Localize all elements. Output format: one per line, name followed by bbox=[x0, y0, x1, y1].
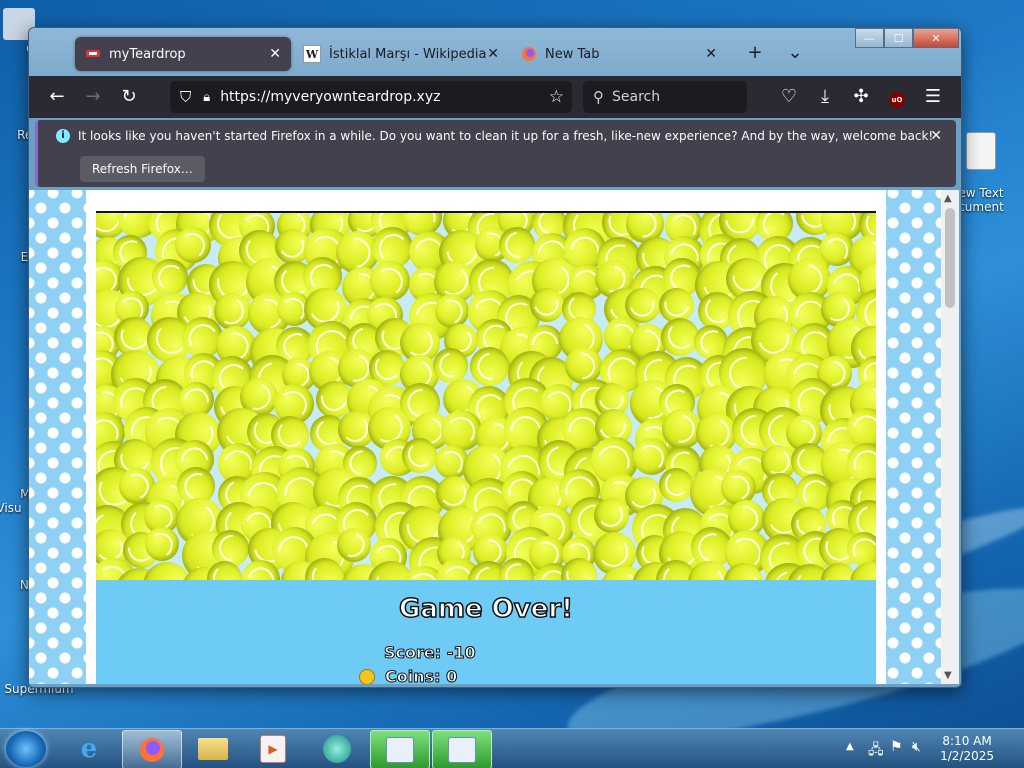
reload-button[interactable]: ↻ bbox=[117, 86, 141, 107]
clock-date: 1/2/2025 bbox=[940, 749, 994, 763]
show-hidden-icons-icon[interactable]: ▲ bbox=[846, 741, 854, 752]
tab-strip: myTeardrop ✕ W İstiklal Marşı - Wikipedi… bbox=[29, 28, 961, 76]
tab-list-button[interactable]: ⌄ bbox=[783, 42, 807, 63]
close-tab-icon[interactable]: ✕ bbox=[705, 46, 717, 62]
maximize-button[interactable]: ☐ bbox=[884, 28, 913, 48]
ublock-origin-icon[interactable]: uO bbox=[885, 86, 909, 108]
network-icon[interactable]: 🖧︎ bbox=[868, 739, 884, 763]
refresh-firefox-notification: i It looks like you haven't started Fire… bbox=[35, 120, 956, 187]
extensions-icon[interactable]: ✣ bbox=[849, 86, 873, 107]
tab-myteardrop[interactable]: myTeardrop ✕ bbox=[75, 37, 291, 71]
taskbar-media-player[interactable]: ▶ bbox=[244, 730, 302, 767]
ie-icon: e bbox=[80, 733, 98, 764]
clock-time: 8:10 AM bbox=[942, 734, 992, 748]
action-center-flag-icon[interactable]: ⚑ bbox=[890, 739, 903, 755]
back-button[interactable]: ← bbox=[45, 86, 69, 107]
info-icon: i bbox=[56, 129, 70, 143]
lock-icon[interactable]: 🔒︎ bbox=[203, 90, 210, 105]
search-bar[interactable]: ⚲ Search bbox=[583, 81, 747, 113]
url-bar[interactable]: ⛉ 🔒︎ https://myveryownteardrop.xyz ☆ bbox=[170, 81, 572, 113]
forward-button[interactable]: → bbox=[81, 86, 105, 107]
close-window-button[interactable]: ✕ bbox=[913, 28, 959, 48]
firefox-icon bbox=[140, 737, 164, 762]
search-icon: ⚲ bbox=[593, 88, 604, 106]
menu-icon[interactable]: ☰ bbox=[921, 86, 945, 107]
desktop-icon-label: ew Text cument bbox=[958, 186, 1004, 214]
desktop: Co Rec Ev F Mi Visu No Supermium ew Text… bbox=[0, 0, 1024, 768]
scroll-down-icon[interactable]: ▼ bbox=[944, 670, 952, 681]
score-text: Score: -10 bbox=[384, 643, 477, 663]
page-scrollbar[interactable]: ▲ ▼ bbox=[941, 190, 959, 684]
minimize-button[interactable]: — bbox=[855, 28, 884, 48]
new-tab-button[interactable]: + bbox=[743, 42, 767, 63]
game-area[interactable] bbox=[96, 213, 876, 580]
close-notification-icon[interactable]: ✕ bbox=[930, 128, 942, 144]
tab-label: İstiklal Marşı - Wikipedia bbox=[329, 46, 487, 62]
tab-wikipedia[interactable]: W İstiklal Marşı - Wikipedia ✕ bbox=[293, 37, 509, 71]
volume-muted-icon[interactable]: 🔇︎ bbox=[912, 739, 921, 755]
tab-label: myTeardrop bbox=[109, 46, 186, 62]
text-document-icon bbox=[966, 132, 996, 170]
navigation-toolbar: ← → ↻ ⛉ 🔒︎ https://myveryownteardrop.xyz… bbox=[29, 76, 961, 118]
game-over-title: Game Over! bbox=[398, 593, 574, 625]
close-tab-icon[interactable]: ✕ bbox=[487, 46, 499, 62]
scrollbar-thumb[interactable] bbox=[945, 208, 955, 308]
game-over-panel: Game Over! Score: -10 Coins: 0 bbox=[96, 580, 876, 684]
taskbar-app-5[interactable] bbox=[308, 730, 366, 767]
media-player-icon: ▶ bbox=[260, 734, 286, 763]
url-text: https://myveryownteardrop.xyz bbox=[220, 89, 441, 105]
window-controls: — ☐ ✕ bbox=[855, 28, 959, 48]
system-tray: ▲ 🖧︎ ⚑ 🔇︎ 8:10 AM 1/2/2025 bbox=[834, 729, 1024, 768]
coins-text: Coins: 0 bbox=[384, 667, 458, 685]
bookmark-star-icon[interactable]: ☆ bbox=[549, 87, 564, 107]
wikipedia-favicon: W bbox=[303, 45, 321, 63]
taskbar-file-explorer[interactable] bbox=[184, 730, 242, 767]
taskbar-firefox[interactable] bbox=[122, 730, 182, 768]
close-tab-icon[interactable]: ✕ bbox=[269, 46, 281, 62]
tennis-ball bbox=[401, 437, 438, 474]
coins-row: Coins: 0 bbox=[359, 667, 458, 685]
taskbar: e ▶ ▲ 🖧︎ ⚑ 🔇︎ 8:10 AM 1/2/2025 bbox=[0, 728, 1024, 768]
tab-new-tab[interactable]: New Tab ✕ bbox=[511, 37, 727, 71]
folder-icon bbox=[198, 737, 228, 760]
page-content: Game Over! Score: -10 Coins: 0 bbox=[29, 190, 941, 684]
start-button[interactable] bbox=[6, 731, 46, 767]
taskbar-internet-explorer[interactable]: e bbox=[60, 730, 118, 767]
taskbar-app-6[interactable] bbox=[370, 730, 430, 768]
teardrop-favicon bbox=[85, 46, 101, 62]
notification-message: It looks like you haven't started Firefo… bbox=[78, 129, 934, 143]
box-icon bbox=[448, 736, 476, 763]
box-icon bbox=[386, 736, 414, 763]
refresh-firefox-button[interactable]: Refresh Firefox… bbox=[80, 156, 205, 182]
coin-icon bbox=[359, 668, 375, 684]
downloads-icon[interactable]: ⤓ bbox=[813, 86, 837, 107]
clock[interactable]: 8:10 AM 1/2/2025 bbox=[940, 734, 994, 764]
tab-label: New Tab bbox=[545, 46, 600, 62]
shield-icon[interactable]: ⛉ bbox=[180, 88, 191, 106]
firefox-favicon bbox=[521, 46, 537, 62]
taskbar-app-7[interactable] bbox=[432, 730, 492, 768]
app-icon bbox=[323, 734, 351, 763]
search-placeholder: Search bbox=[612, 89, 661, 105]
firefox-window: myTeardrop ✕ W İstiklal Marşı - Wikipedi… bbox=[28, 27, 962, 688]
scroll-up-icon[interactable]: ▲ bbox=[944, 193, 952, 204]
pocket-icon[interactable]: ♡ bbox=[777, 86, 801, 107]
